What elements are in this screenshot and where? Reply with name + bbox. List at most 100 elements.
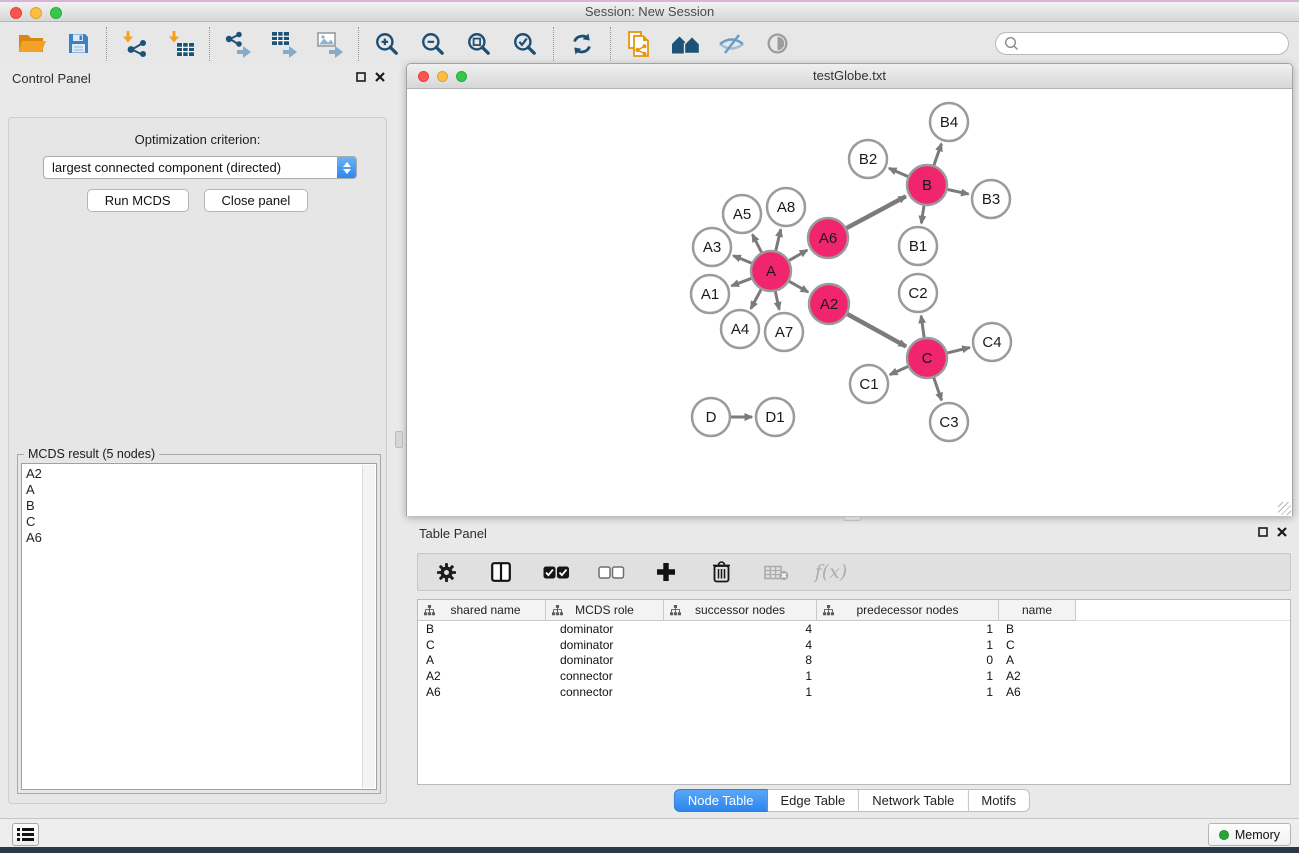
table-row[interactable]: C dominator 4 1 C <box>418 637 1290 653</box>
graph-edge-C-C1[interactable] <box>890 366 909 374</box>
graph-edge-A-A4[interactable] <box>751 289 762 309</box>
export-network-icon <box>224 30 253 58</box>
desktop-strip <box>0 847 1299 853</box>
close-window-button[interactable] <box>10 7 22 19</box>
mcds-result-group: MCDS result (5 nodes) A2 A B C A6 <box>17 454 381 794</box>
result-scrollbar[interactable] <box>362 465 375 788</box>
result-item[interactable]: A6 <box>26 530 376 546</box>
graph-edge-A6-B[interactable] <box>846 196 906 228</box>
refresh-button[interactable] <box>564 26 600 62</box>
graph-edge-A2-C[interactable] <box>847 314 906 347</box>
memory-button[interactable]: Memory <box>1208 823 1291 846</box>
duplicate-network-button[interactable] <box>621 26 657 62</box>
column-header-predecessor-nodes[interactable]: predecessor nodes <box>817 600 999 621</box>
inspect-mode-button[interactable] <box>759 26 795 62</box>
status-bar: Memory <box>0 818 1299 847</box>
export-table-icon <box>270 29 299 58</box>
task-history-button[interactable] <box>12 823 39 846</box>
toolbar-separator <box>209 27 210 61</box>
close-table-panel-icon[interactable] <box>1277 527 1287 537</box>
graph-edge-C-C3[interactable] <box>934 377 942 400</box>
home-button[interactable] <box>667 26 703 62</box>
result-item[interactable]: B <box>26 498 376 514</box>
delete-row-button[interactable] <box>703 554 739 590</box>
zoom-in-icon <box>374 31 400 57</box>
graph-edge-B-B1[interactable] <box>921 205 924 223</box>
export-table-button[interactable] <box>266 26 302 62</box>
result-item[interactable]: A <box>26 482 376 498</box>
graph-edge-B-B3[interactable] <box>947 189 969 194</box>
toggle-panel-visibility-button[interactable] <box>713 26 749 62</box>
resize-grip-icon[interactable] <box>1278 502 1291 515</box>
mcds-panel: Optimization criterion: largest connecte… <box>8 117 387 804</box>
maximize-network-button[interactable] <box>456 71 467 82</box>
import-table-button[interactable] <box>163 26 199 62</box>
search-input[interactable] <box>1019 37 1288 51</box>
graph-edge-A-A8[interactable] <box>776 229 781 251</box>
column-header-successor-nodes[interactable]: successor nodes <box>664 600 817 621</box>
search-field[interactable] <box>995 32 1289 55</box>
zoom-in-button[interactable] <box>369 26 405 62</box>
add-row-button[interactable] <box>648 554 684 590</box>
graph-edge-C-C4[interactable] <box>946 347 969 353</box>
function-builder-button[interactable]: f(x) <box>813 554 849 590</box>
attribute-tree-icon <box>424 605 435 616</box>
table-row[interactable]: A6 connector 1 1 A6 <box>418 684 1290 700</box>
table-toolbar: f(x) <box>417 553 1291 591</box>
network-window-titlebar[interactable]: testGlobe.txt <box>407 64 1292 89</box>
network-canvas[interactable]: B4B2BB3A8A5A6B1A3AC2A1A2A4A7C4CC1DD1C3 <box>407 90 1292 516</box>
toolbar-separator <box>106 27 107 61</box>
close-network-button[interactable] <box>418 71 429 82</box>
zoom-selected-button[interactable] <box>507 26 543 62</box>
maximize-window-button[interactable] <box>50 7 62 19</box>
graph-edge-A-A7[interactable] <box>775 291 779 310</box>
graph-edge-B-B2[interactable] <box>889 168 909 177</box>
clear-table-button[interactable] <box>758 554 794 590</box>
close-panel-icon[interactable] <box>375 72 385 82</box>
table-row[interactable]: B dominator 4 1 B <box>418 621 1290 637</box>
minimize-window-button[interactable] <box>30 7 42 19</box>
table-row[interactable]: A dominator 8 0 A <box>418 652 1290 668</box>
graph-edge-C-C2[interactable] <box>921 316 924 338</box>
column-header-name[interactable]: name <box>999 600 1076 621</box>
column-header-mcds-role[interactable]: MCDS role <box>546 600 664 621</box>
network-view-window: testGlobe.txt B4B2BB3A8A5A6B1A3AC2A1A2A4… <box>406 63 1293 516</box>
deselect-all-button[interactable] <box>593 554 629 590</box>
vertical-divider-handle[interactable] <box>395 431 403 448</box>
graph-edge-A-A2[interactable] <box>788 281 808 292</box>
graph-node-label-A: A <box>766 263 776 280</box>
float-table-panel-icon[interactable] <box>1258 527 1268 537</box>
table-row[interactable]: A2 connector 1 1 A2 <box>418 668 1290 684</box>
tab-node-table[interactable]: Node Table <box>674 789 768 812</box>
minimize-network-button[interactable] <box>437 71 448 82</box>
graph-edge-A-A5[interactable] <box>752 234 762 253</box>
table-settings-button[interactable] <box>428 554 464 590</box>
export-network-button[interactable] <box>220 26 256 62</box>
tab-motifs[interactable]: Motifs <box>968 789 1030 812</box>
zoom-fit-button[interactable] <box>461 26 497 62</box>
float-panel-icon[interactable] <box>356 72 366 82</box>
graph-edge-A-A3[interactable] <box>733 256 752 264</box>
column-header-shared-name[interactable]: shared name <box>418 600 546 621</box>
graph-node-label-A2: A2 <box>820 296 838 313</box>
tab-edge-table[interactable]: Edge Table <box>767 789 859 812</box>
select-all-button[interactable] <box>538 554 574 590</box>
close-panel-button[interactable]: Close panel <box>204 189 309 212</box>
network-graph[interactable]: B4B2BB3A8A5A6B1A3AC2A1A2A4A7C4CC1DD1C3 <box>407 90 1292 516</box>
graph-edge-A-A1[interactable] <box>732 278 753 286</box>
mcds-result-title: MCDS result (5 nodes) <box>24 447 159 461</box>
save-session-button[interactable] <box>60 26 96 62</box>
result-item[interactable]: C <box>26 514 376 530</box>
graph-edge-B-B4[interactable] <box>934 144 942 166</box>
result-item[interactable]: A2 <box>26 466 376 482</box>
graph-edge-A-A6[interactable] <box>788 250 807 261</box>
show-columns-button[interactable] <box>483 554 519 590</box>
export-image-button[interactable] <box>312 26 348 62</box>
tab-network-table[interactable]: Network Table <box>859 789 968 812</box>
criterion-dropdown[interactable]: largest connected component (directed) <box>43 156 357 179</box>
run-mcds-button[interactable]: Run MCDS <box>87 189 189 212</box>
import-network-button[interactable] <box>117 26 153 62</box>
open-session-button[interactable] <box>14 26 50 62</box>
zoom-out-button[interactable] <box>415 26 451 62</box>
mcds-result-list[interactable]: A2 A B C A6 <box>21 463 377 790</box>
